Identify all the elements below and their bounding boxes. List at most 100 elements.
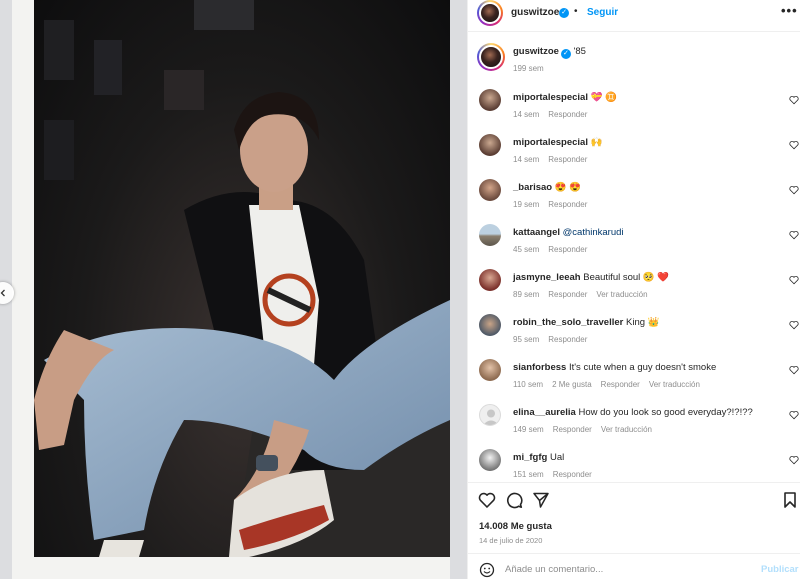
comment-meta: 151 sem Responder [513, 470, 601, 479]
post-date[interactable]: 14 de julio de 2020 [479, 536, 542, 545]
comment-time[interactable]: 149 sem [513, 425, 544, 434]
reply-button[interactable]: Responder [548, 245, 587, 254]
post-photo [34, 0, 450, 557]
commenter-avatar-placeholder[interactable] [479, 404, 501, 426]
comment-meta: 14 sem Responder [513, 155, 596, 164]
send-icon[interactable] [532, 491, 550, 509]
comment-text: kattaangel @cathinkarudi [513, 227, 624, 238]
heart-icon[interactable] [789, 410, 799, 420]
emoji-icon[interactable] [479, 562, 495, 578]
comment-username[interactable]: miportalespecial [513, 92, 588, 103]
comment-text: jasmyne_leeah Beautiful soul 🥺 ❤️ [513, 272, 669, 283]
comment-likes[interactable]: 2 Me gusta [552, 380, 592, 389]
heart-icon[interactable] [789, 320, 799, 330]
comment-row: robin_the_solo_traveller King 👑 95 sem Re… [468, 314, 800, 359]
reply-button[interactable]: Responder [548, 200, 587, 209]
commenter-avatar[interactable] [479, 314, 501, 336]
commenter-avatar[interactable] [479, 224, 501, 246]
comment-meta: 89 sem Responder Ver traducción [513, 290, 657, 299]
comment-time[interactable]: 95 sem [513, 335, 539, 344]
commenter-avatar[interactable] [479, 269, 501, 291]
comment-username[interactable]: kattaangel [513, 227, 560, 238]
verified-badge-icon: ✓ [560, 49, 571, 59]
comment-mention-link[interactable]: @cathinkarudi [563, 227, 624, 238]
comment-body: 💝 ♊ [590, 92, 617, 103]
comment-body: Ual [549, 452, 565, 463]
caption-username[interactable]: guswitzoe [513, 46, 559, 57]
comment-text: elina__aurelia How do you look so good e… [513, 407, 753, 418]
comment-username[interactable]: mi_fgfg [513, 452, 547, 463]
reply-button[interactable]: Responder [548, 110, 587, 119]
comment-meta: 95 sem Responder [513, 335, 596, 344]
heart-icon[interactable] [789, 455, 799, 465]
post-media [0, 0, 467, 579]
heart-icon[interactable] [789, 185, 799, 195]
likes-count[interactable]: 14.008 Me gusta [479, 521, 552, 532]
caption-text: guswitzoe ✓ '85 [513, 46, 586, 59]
commenter-avatar[interactable] [479, 89, 501, 111]
post-side-panel: guswitzoe ✓ • Seguir ••• guswitzoe ✓ '85 … [467, 0, 800, 579]
reply-button[interactable]: Responder [553, 470, 592, 479]
caption-avatar[interactable] [477, 43, 505, 71]
comments-list: guswitzoe ✓ '85 199 sem miportalespecial … [468, 31, 800, 482]
comment-body: It's cute when a guy doesn't smoke [568, 362, 717, 373]
commenter-avatar[interactable] [479, 134, 501, 156]
comment-username[interactable]: elina__aurelia [513, 407, 576, 418]
heart-icon[interactable] [478, 491, 496, 509]
see-translation-button[interactable]: Ver traducción [649, 380, 700, 389]
author-avatar[interactable] [477, 0, 503, 26]
comment-time[interactable]: 89 sem [513, 290, 539, 299]
heart-icon[interactable] [789, 140, 799, 150]
comment-body: 😍 😍 [554, 182, 582, 193]
commenter-avatar[interactable] [479, 179, 501, 201]
comment-time[interactable]: 45 sem [513, 245, 539, 254]
comment-body: Beautiful soul 🥺 ❤️ [583, 272, 670, 283]
commenter-avatar[interactable] [479, 449, 501, 471]
comment-row: miportalespecial 🙌 14 sem Responder [468, 134, 800, 179]
comment-time[interactable]: 19 sem [513, 200, 539, 209]
comment-body: King 👑 [626, 317, 660, 328]
comment-input[interactable] [505, 561, 745, 577]
comment-meta: 19 sem Responder [513, 200, 596, 209]
add-comment-bar: Publicar [468, 553, 800, 579]
follow-button[interactable]: Seguir [587, 7, 618, 18]
see-translation-button[interactable]: Ver traducción [601, 425, 652, 434]
publish-button[interactable]: Publicar [761, 564, 799, 575]
polaroid-frame [12, 0, 450, 579]
caption-meta: 199 sem [513, 64, 553, 73]
comment-time[interactable]: 14 sem [513, 110, 539, 119]
comment-username[interactable]: _barisao [513, 182, 552, 193]
comment-username[interactable]: jasmyne_leeah [513, 272, 581, 283]
bookmark-icon[interactable] [781, 491, 799, 509]
comment-text: miportalespecial 🙌 [513, 137, 602, 148]
reply-button[interactable]: Responder [601, 380, 640, 389]
see-translation-button[interactable]: Ver traducción [596, 290, 647, 299]
default-avatar-icon [483, 409, 499, 425]
comment-username[interactable]: sianforbess [513, 362, 566, 373]
separator-dot: • [574, 6, 578, 17]
more-icon[interactable]: ••• [781, 3, 798, 18]
comment-meta: 14 sem Responder [513, 110, 596, 119]
comment-time[interactable]: 14 sem [513, 155, 539, 164]
post-header: guswitzoe ✓ • Seguir ••• [468, 0, 800, 27]
reply-button[interactable]: Responder [548, 290, 587, 299]
reply-button[interactable]: Responder [553, 425, 592, 434]
commenter-avatar[interactable] [479, 359, 501, 381]
heart-icon[interactable] [789, 230, 799, 240]
author-username[interactable]: guswitzoe [511, 7, 559, 18]
comment-row: jasmyne_leeah Beautiful soul 🥺 ❤️ 89 sem… [468, 269, 800, 314]
comment-time[interactable]: 110 sem [513, 380, 543, 389]
comment-username[interactable]: robin_the_solo_traveller [513, 317, 623, 328]
comment-row: miportalespecial 💝 ♊ 14 sem Responder [468, 89, 800, 134]
heart-icon[interactable] [789, 95, 799, 105]
reply-button[interactable]: Responder [548, 155, 587, 164]
comment-username[interactable]: miportalespecial [513, 137, 588, 148]
heart-icon[interactable] [789, 365, 799, 375]
caption-time[interactable]: 199 sem [513, 64, 544, 73]
heart-icon[interactable] [789, 275, 799, 285]
caption-body: '85 [573, 46, 586, 57]
comment-icon[interactable] [505, 491, 523, 509]
comment-text: sianforbess It's cute when a guy doesn't… [513, 362, 716, 373]
reply-button[interactable]: Responder [548, 335, 587, 344]
comment-time[interactable]: 151 sem [513, 470, 544, 479]
